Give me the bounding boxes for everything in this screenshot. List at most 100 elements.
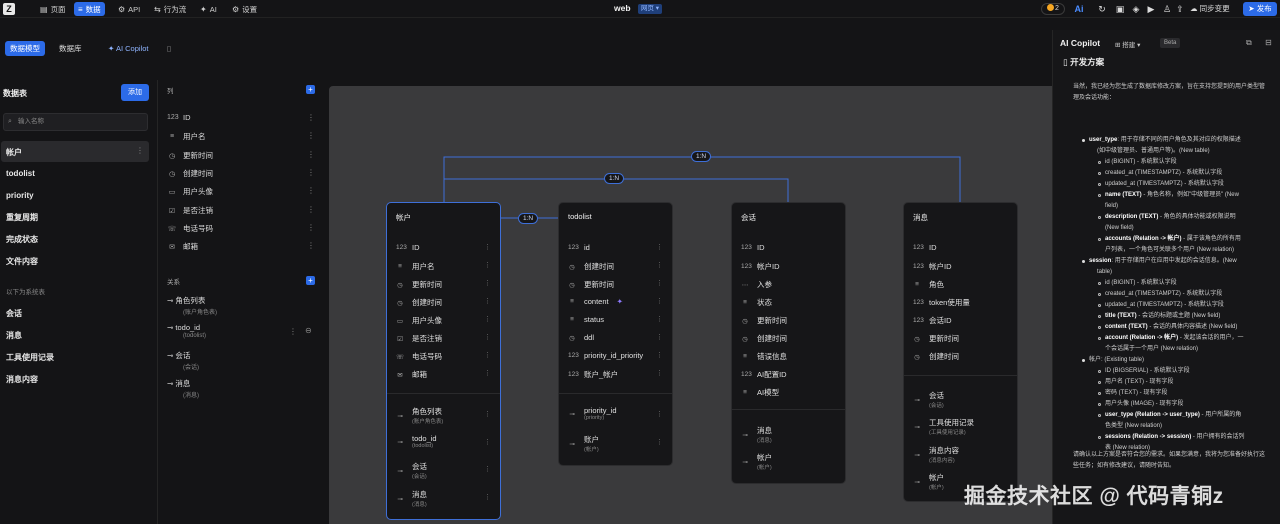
- card-field: ◷ 创建时间: [569, 262, 614, 271]
- table-card-account[interactable]: 帐户 123 ID ≡ 用户名 ◷ 更新时间 ◷ 创建时间 ▭ 用户头像 ☑ 是否注销 ☏ 电…: [386, 202, 501, 520]
- plan-line: id (BIGINT) - 系统默认字段: [1105, 157, 1177, 168]
- text-icon: ≡: [915, 281, 919, 288]
- relation-icon: ⊸: [397, 412, 403, 420]
- relation-icon: ⊸: [397, 438, 403, 446]
- field-more-icon[interactable]: ⋮: [484, 465, 491, 473]
- card-relation: ⊸ 消息内容 (消息内容): [914, 446, 959, 464]
- card-field: 123 priority_id_priority: [568, 351, 644, 360]
- plan-line-text: - 发起该会话的用户，一: [1178, 335, 1244, 341]
- plan-line-text: created_at (TIMESTAMPTZ) - 系统默认字段: [1105, 291, 1223, 297]
- card-field: ☑ 是否注销: [397, 334, 442, 343]
- card-relation: ⊸ todo_id (todolist): [397, 434, 437, 449]
- card-relation: ⊸ priority_id (priority): [569, 406, 617, 421]
- field-more-icon[interactable]: ⋮: [484, 410, 491, 418]
- card-relation: ⊸ 消息 (消息): [397, 490, 427, 508]
- bullet-icon: [1098, 161, 1101, 164]
- number-icon: 123: [568, 352, 579, 359]
- bullet-icon: [1098, 315, 1101, 318]
- card-field: ◷ 更新时间: [914, 334, 959, 343]
- field-more-icon[interactable]: ⋮: [656, 351, 663, 359]
- plan-line: field): [1105, 201, 1118, 212]
- plan-line: user_type (Relation -> user_type) - 用户所属…: [1105, 410, 1241, 421]
- bullet-icon: [1098, 392, 1101, 395]
- bullet-icon: [1098, 293, 1101, 296]
- plan-line: created_at (TIMESTAMPTZ) - 系统默认字段: [1105, 289, 1222, 300]
- card-field: ≡ content ✦: [568, 297, 623, 306]
- table-card-todolist[interactable]: todolist 123 id ◷ 创建时间 ◷ 更新时间 ≡ content ✦ ≡ st…: [558, 202, 673, 466]
- field-more-icon[interactable]: ⋮: [656, 438, 663, 446]
- plan-line-text: field): [1105, 203, 1119, 209]
- bullet-icon: [1098, 282, 1101, 285]
- plan-line: 色类型 (New relation): [1105, 421, 1162, 432]
- card-field: ◷ 创建时间: [397, 298, 442, 307]
- relation-icon: ⊸: [569, 410, 575, 418]
- plan-line: 户列表，一个角色可关联多个用户 (New relation): [1105, 245, 1234, 256]
- field-more-icon[interactable]: ⋮: [484, 243, 491, 251]
- plan-line-text: - 会话的具体内容描述 (New field): [1147, 324, 1238, 330]
- field-more-icon[interactable]: ⋮: [656, 279, 663, 287]
- field-more-icon[interactable]: ⋮: [484, 261, 491, 269]
- plan-line-text: - 属于该角色的所有用: [1181, 236, 1241, 242]
- copilot-messages[interactable]: ▯ 开发方案 当然，我已经为您生成了数据库修改方案，旨在支持您提到的用户类型管理…: [1057, 52, 1277, 524]
- plan-line-text: - 用户拥有的会话列: [1191, 434, 1245, 440]
- plan-line-bold: user_type (Relation -> user_type): [1105, 412, 1200, 418]
- bullet-icon: [1098, 436, 1101, 439]
- plan-line-bold: user_type: [1089, 137, 1118, 143]
- field-more-icon[interactable]: ⋮: [484, 369, 491, 377]
- field-more-icon[interactable]: ⋮: [484, 493, 491, 501]
- field-more-icon[interactable]: ⋮: [656, 243, 663, 251]
- field-more-icon[interactable]: ⋮: [484, 279, 491, 287]
- bullet-icon: [1098, 414, 1101, 417]
- field-more-icon[interactable]: ⋮: [656, 333, 663, 341]
- plan-line-bold: description (TEXT): [1105, 214, 1159, 220]
- plan-line: session: 用于存储用户在应用中发起的会话信息。(New: [1089, 256, 1237, 267]
- edge-label: 1:N: [691, 151, 712, 162]
- expand-icon[interactable]: ⧉: [1246, 38, 1252, 48]
- card-relation: ⊸ 帐户 (帐户): [742, 453, 772, 471]
- clock-icon: ◷: [397, 281, 403, 289]
- relation-icon: ⊸: [914, 451, 920, 459]
- bullet-icon: [1098, 337, 1101, 340]
- card-divider: [732, 409, 845, 410]
- field-more-icon[interactable]: ⋮: [656, 315, 663, 323]
- field-more-icon[interactable]: ⋮: [656, 410, 663, 418]
- phone-icon: ☏: [396, 353, 405, 361]
- field-more-icon[interactable]: ⋮: [656, 261, 663, 269]
- plan-line: ID (BIGSERIAL) - 系统默认字段: [1105, 366, 1190, 377]
- plan-line-text: 色类型 (New relation): [1105, 423, 1163, 429]
- clock-icon: ◷: [742, 317, 748, 325]
- plan-line-text: table): [1097, 269, 1113, 275]
- card-field: ≡ 用户名: [396, 261, 434, 272]
- plan-line-text: - 会话的标题或主题 (New field): [1136, 313, 1221, 319]
- close-icon[interactable]: ⊟: [1265, 38, 1272, 47]
- clock-icon: ◷: [397, 299, 403, 307]
- bullet-icon: [1082, 359, 1085, 362]
- table-card-message[interactable]: 消息 123 ID 123 帐户ID ≡ 角色 123 token使用量 123 会话ID…: [903, 202, 1018, 502]
- field-more-icon[interactable]: ⋮: [484, 351, 491, 359]
- card-field: ≡ 错误信息: [741, 351, 787, 362]
- copilot-mode-select[interactable]: ⊞ 搭建 ▾: [1115, 39, 1140, 49]
- card-field: 123 会话ID: [913, 316, 952, 325]
- text-icon: ≡: [743, 353, 747, 360]
- card-field: ✉ 邮箱: [397, 370, 427, 379]
- number-icon: 123: [741, 263, 752, 270]
- bullet-icon: [1098, 183, 1101, 186]
- field-more-icon[interactable]: ⋮: [484, 297, 491, 305]
- bullet-icon: [1098, 194, 1101, 197]
- field-more-icon[interactable]: ⋮: [484, 333, 491, 341]
- plan-line: description (TEXT) - 角色的具体功能或权限说明: [1105, 212, 1236, 223]
- table-card-session[interactable]: 会话 123 ID 123 帐户ID ⋯ 入参 ≡ 状态 ◷ 更新时间 ◷ 创建时间 ≡ 错误…: [731, 202, 846, 484]
- card-field: 123 ID: [396, 243, 420, 252]
- card-field: ⋯ 入参: [741, 280, 772, 289]
- plan-line: id (BIGINT) - 系统默认字段: [1105, 278, 1177, 289]
- field-more-icon[interactable]: ⋮: [656, 297, 663, 305]
- card-field: ◷ ddl: [569, 333, 595, 342]
- field-more-icon[interactable]: ⋮: [484, 315, 491, 323]
- card-field: 123 帐户ID: [913, 262, 952, 271]
- plan-line-bold: session: [1089, 258, 1112, 264]
- text-icon: ≡: [743, 389, 747, 396]
- field-more-icon[interactable]: ⋮: [656, 369, 663, 377]
- card-field: ≡ 状态: [741, 297, 772, 308]
- field-more-icon[interactable]: ⋮: [484, 438, 491, 446]
- plan-line: content (TEXT) - 会话的具体内容描述 (New field): [1105, 322, 1237, 333]
